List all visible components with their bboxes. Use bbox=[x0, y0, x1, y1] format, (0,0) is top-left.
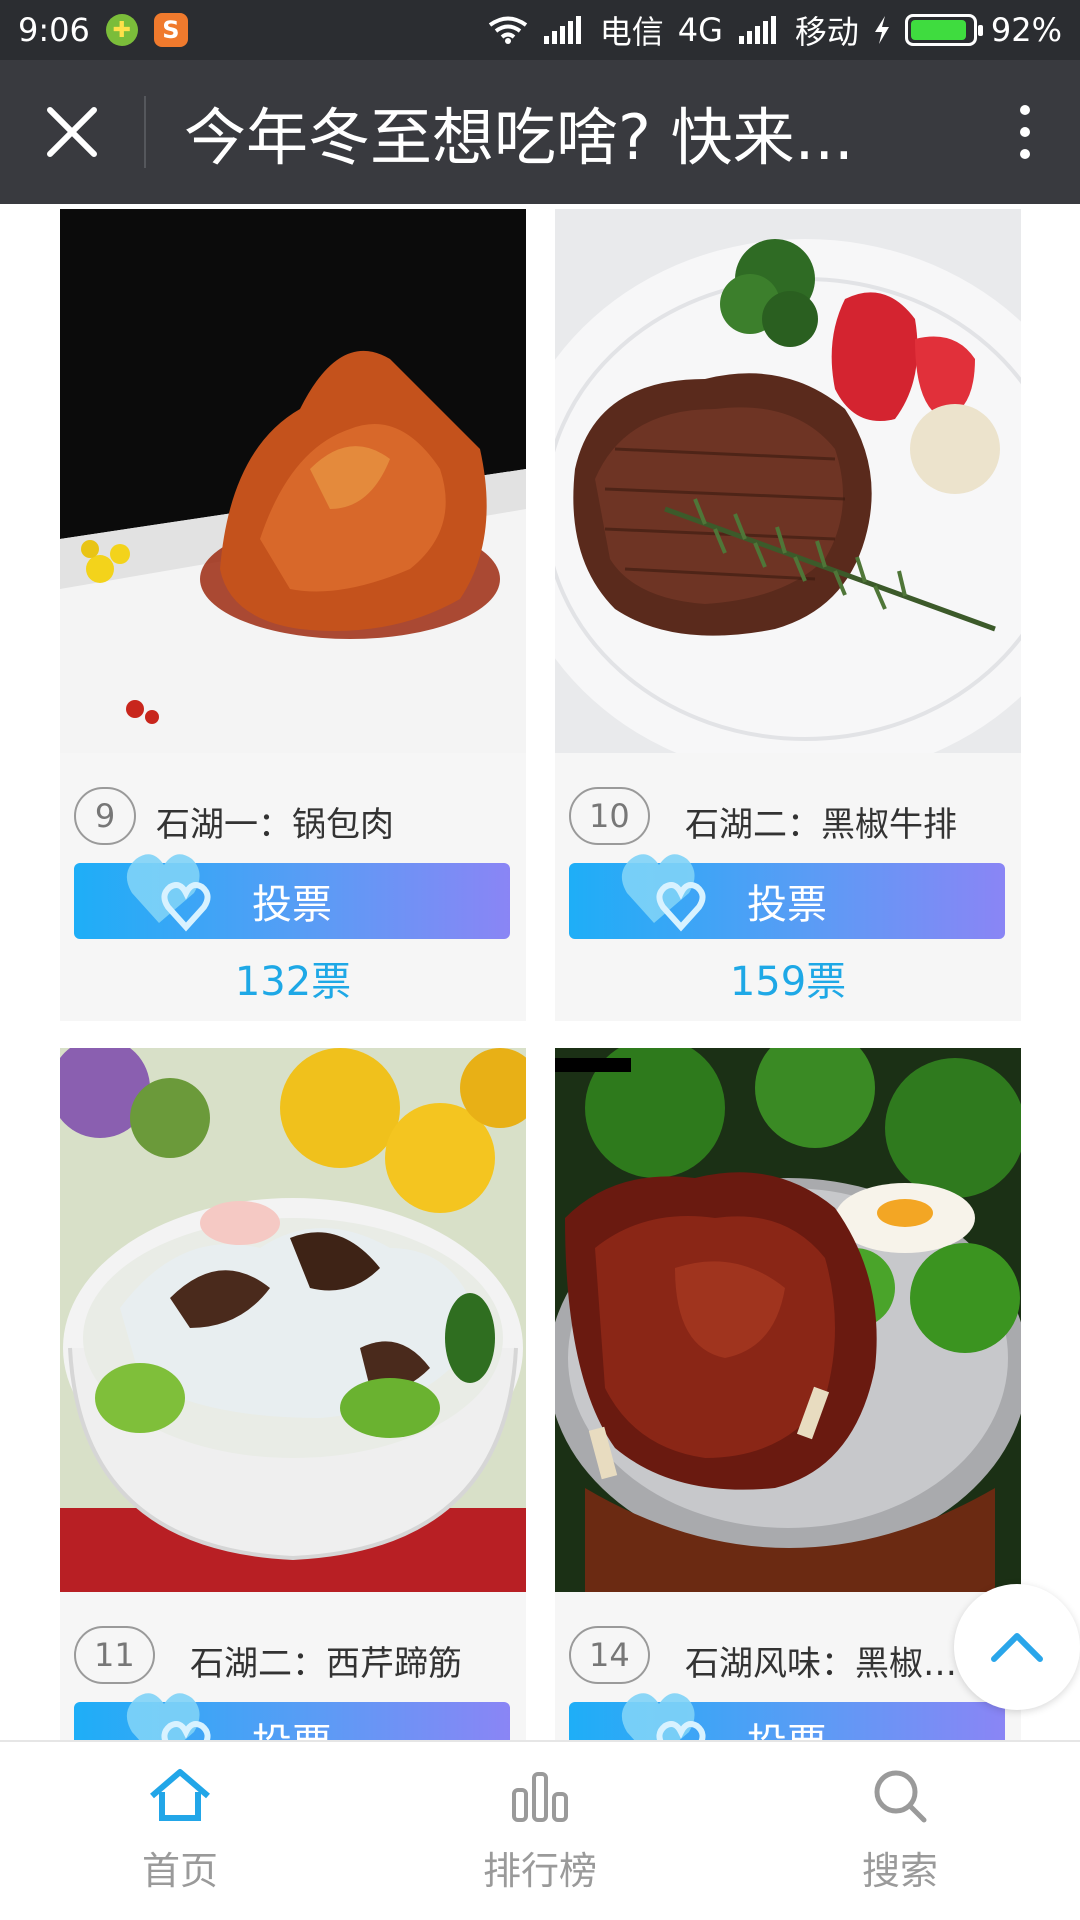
carrier-1: 电信 bbox=[599, 13, 664, 51]
dish-grid: 9 石湖一：锅包肉 投票 132票 10 石湖二：黑椒牛排 投票 159票 11… bbox=[0, 204, 1080, 1740]
more-options-button[interactable] bbox=[970, 60, 1080, 204]
dish-card: 9 石湖一：锅包肉 投票 132票 bbox=[60, 209, 526, 1021]
nav-label-search: 搜索 bbox=[861, 1848, 938, 1893]
vote-button[interactable]: 投票 bbox=[569, 854, 1005, 939]
vote-label: 投票 bbox=[252, 882, 332, 928]
nav-label-ranking: 排行榜 bbox=[482, 1848, 597, 1893]
wifi-icon bbox=[488, 16, 527, 44]
network-type: 4G bbox=[677, 11, 723, 49]
sogou-icon: S bbox=[153, 13, 188, 47]
vote-count: 159票 bbox=[729, 959, 847, 1005]
signal-icon-2 bbox=[738, 16, 776, 44]
bottom-nav: 首页 排行榜 搜索 bbox=[0, 1740, 1080, 1920]
dish-photo[interactable] bbox=[60, 1048, 526, 1592]
dish-image-guobaorou bbox=[60, 209, 526, 753]
app-page: 9:06 ✚ S 电信 4G 移动 92% 今年冬至想吃啥? 快来... 9 石… bbox=[0, 0, 1080, 1920]
status-time: 9:06 bbox=[18, 11, 90, 49]
more-icon-dot bbox=[1020, 149, 1030, 159]
vote-button[interactable]: 投票 bbox=[569, 1693, 1005, 1740]
close-button[interactable] bbox=[0, 60, 144, 204]
dish-image-celery-tendon bbox=[60, 1048, 526, 1592]
nav-item-home[interactable]: 首页 bbox=[0, 1742, 360, 1920]
app-notification-icon: ✚ bbox=[105, 14, 138, 46]
signal-icon bbox=[543, 16, 581, 44]
dish-image-black-pepper-ribs bbox=[555, 1048, 1021, 1592]
back-to-top-button[interactable] bbox=[954, 1584, 1080, 1710]
page-title: 今年冬至想吃啥? 快来... bbox=[184, 101, 854, 174]
dish-info: 9 石湖一：锅包肉 投票 132票 bbox=[60, 753, 526, 1021]
dish-name: 石湖一：锅包肉 bbox=[156, 805, 394, 845]
dish-number-badge: 10 bbox=[569, 787, 650, 845]
nav-label-home: 首页 bbox=[141, 1848, 218, 1893]
carrier-2: 移动 bbox=[794, 13, 859, 51]
dish-photo[interactable] bbox=[60, 209, 526, 753]
vote-button[interactable]: 投票 bbox=[74, 1693, 510, 1740]
dish-info: 11 石湖二：西芹蹄筋 投票 bbox=[60, 1592, 526, 1740]
vote-label: 投票 bbox=[747, 1711, 827, 1740]
close-icon bbox=[47, 107, 97, 157]
status-bar: 9:06 ✚ S 电信 4G 移动 92% bbox=[0, 0, 1080, 60]
more-icon-dot bbox=[1020, 105, 1030, 115]
dish-photo[interactable] bbox=[555, 209, 1021, 753]
dish-image-black-pepper-steak bbox=[555, 209, 1021, 753]
heart-icon bbox=[621, 854, 706, 932]
dish-number-badge: 11 bbox=[74, 1626, 155, 1684]
chevron-up-icon bbox=[991, 1633, 1043, 1662]
vote-count: 132票 bbox=[234, 959, 352, 1005]
dish-name: 石湖风味：黑椒牛… bbox=[685, 1644, 985, 1684]
nav-item-search[interactable]: 搜索 bbox=[720, 1742, 1080, 1920]
battery-icon bbox=[904, 14, 983, 46]
more-icon-dot bbox=[1020, 127, 1030, 137]
search-icon bbox=[874, 1770, 927, 1822]
dish-photo[interactable] bbox=[555, 1048, 1021, 1592]
dish-card: 11 石湖二：西芹蹄筋 投票 bbox=[60, 1048, 526, 1740]
vote-button[interactable]: 投票 bbox=[74, 854, 510, 939]
dish-info: 14 石湖风味：黑椒牛… 投票 bbox=[555, 1592, 1021, 1740]
nav-item-ranking[interactable]: 排行榜 bbox=[360, 1742, 720, 1920]
vote-label: 投票 bbox=[252, 1711, 332, 1740]
heart-icon bbox=[126, 1693, 211, 1740]
heart-icon bbox=[621, 1693, 706, 1740]
vote-label: 投票 bbox=[747, 882, 827, 928]
dish-name: 石湖二：黑椒牛排 bbox=[685, 805, 957, 845]
dish-card: 14 石湖风味：黑椒牛… 投票 bbox=[555, 1048, 1021, 1740]
heart-icon bbox=[126, 854, 211, 932]
dish-number-badge: 14 bbox=[569, 1626, 650, 1684]
home-icon bbox=[150, 1768, 210, 1821]
title-bar: 今年冬至想吃啥? 快来... bbox=[0, 60, 1080, 204]
dish-card: 10 石湖二：黑椒牛排 投票 159票 bbox=[555, 209, 1021, 1021]
battery-percent: 92% bbox=[990, 11, 1062, 49]
dish-name: 石湖二：西芹蹄筋 bbox=[190, 1644, 462, 1684]
bar-chart-icon bbox=[512, 1771, 568, 1822]
dish-info: 10 石湖二：黑椒牛排 投票 159票 bbox=[555, 753, 1021, 1021]
dish-number-badge: 9 bbox=[74, 787, 136, 845]
charging-icon bbox=[874, 16, 889, 44]
